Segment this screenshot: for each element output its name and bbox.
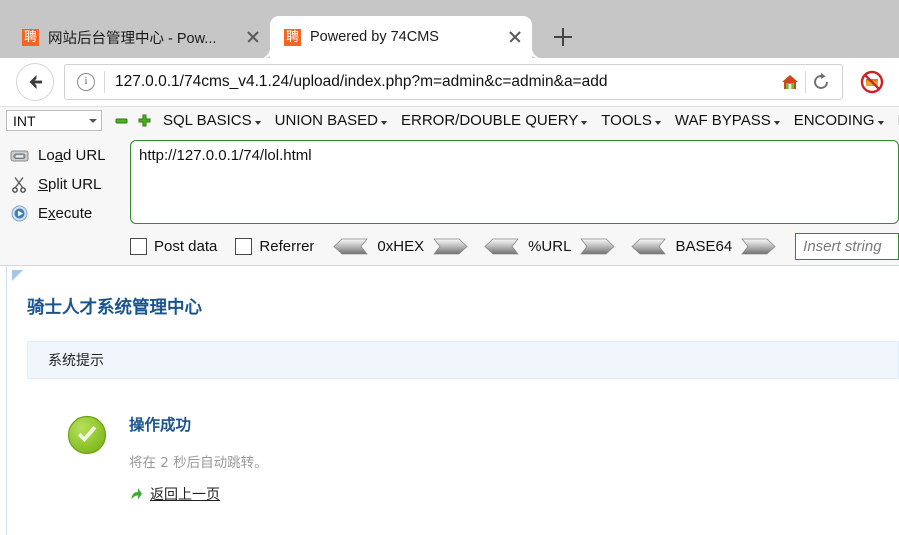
chevron-down-icon bbox=[89, 118, 97, 123]
address-bar[interactable]: i 127.0.0.1/74cms_v4.1.24/upload/index.p… bbox=[64, 64, 843, 100]
tab-close-icon[interactable] bbox=[504, 26, 526, 48]
url-text[interactable]: 127.0.0.1/74cms_v4.1.24/upload/index.php… bbox=[105, 73, 775, 91]
menu-waf-bypass[interactable]: WAF BYPASS bbox=[675, 112, 780, 129]
menu-encoding[interactable]: ENCODING bbox=[794, 112, 884, 129]
tab-favicon-icon: 聘 bbox=[284, 28, 301, 46]
caret-icon bbox=[254, 121, 261, 125]
load-url-button[interactable]: Load URL bbox=[0, 141, 130, 170]
menu-error-double-query[interactable]: ERROR/DOUBLE QUERY bbox=[401, 112, 588, 129]
base64-label: BASE64 bbox=[675, 238, 733, 255]
caret-icon bbox=[654, 121, 661, 125]
checkbox-box[interactable] bbox=[235, 238, 253, 255]
tab-title: Powered by 74CMS bbox=[310, 29, 439, 45]
new-tab-button[interactable] bbox=[546, 20, 580, 54]
hackbar-toolbar: INT SQL BASICS UNION BASED ERROR/DOUBLE … bbox=[0, 106, 899, 266]
panel-header: 系统提示 bbox=[27, 341, 899, 379]
execute-button[interactable]: Execute bbox=[0, 199, 130, 228]
tab-close-icon[interactable] bbox=[242, 26, 264, 48]
post-data-label: Post data bbox=[154, 238, 218, 255]
page-title: 骑士人才系统管理中心 bbox=[27, 298, 202, 318]
browser-tab-1[interactable]: 聘 网站后台管理中心 - Pow... bbox=[8, 16, 270, 58]
back-button[interactable] bbox=[16, 63, 54, 101]
menu-label: WAF BYPASS bbox=[674, 112, 771, 129]
type-select-value: INT bbox=[13, 112, 36, 129]
menu-label: TOOLS bbox=[601, 112, 652, 129]
referrer-label: Referrer bbox=[259, 238, 315, 255]
noscript-blocked-icon[interactable] bbox=[855, 65, 889, 99]
type-select[interactable]: INT bbox=[6, 110, 102, 131]
hex-encoder-group: 0xHEX bbox=[332, 238, 469, 255]
address-bar-icons bbox=[775, 67, 842, 97]
caret-icon bbox=[381, 121, 388, 125]
hackbar-menu-row: INT SQL BASICS UNION BASED ERROR/DOUBLE … bbox=[0, 107, 899, 134]
corner-triangle-icon bbox=[12, 270, 23, 281]
tab-favicon-icon: 聘 bbox=[22, 28, 39, 46]
base64-encoder-group: BASE64 bbox=[630, 238, 777, 255]
url-encoder-group: %URL bbox=[483, 238, 616, 255]
home-icon[interactable] bbox=[775, 67, 805, 97]
hackbar-body: Load URL Split URL Execute http://127.0.… bbox=[0, 134, 899, 228]
browser-window: 聘 网站后台管理中心 - Pow... 聘 Powered by 74CMS i… bbox=[0, 0, 899, 535]
execute-label: Execute bbox=[38, 205, 93, 222]
menu-union-based[interactable]: UNION BASED bbox=[274, 112, 388, 129]
site-info-icon[interactable]: i bbox=[77, 73, 95, 91]
caret-icon bbox=[581, 121, 588, 125]
result-body: 操作成功 将在 2 秒后自动跳转。 返回上一页 bbox=[129, 413, 268, 504]
result-subtitle: 将在 2 秒后自动跳转。 bbox=[129, 455, 268, 471]
browser-tab-2[interactable]: 聘 Powered by 74CMS bbox=[260, 16, 542, 58]
split-url-button[interactable]: Split URL bbox=[0, 170, 130, 199]
url-decode-button[interactable] bbox=[483, 238, 519, 255]
referrer-checkbox[interactable]: Referrer bbox=[235, 238, 314, 255]
tab-title: 网站后台管理中心 - Pow... bbox=[48, 30, 217, 47]
page-inner: 骑士人才系统管理中心 系统提示 操作成功 将在 2 秒后自动跳转。 返回上一页 bbox=[6, 266, 899, 535]
hackbar-actions: Load URL Split URL Execute bbox=[0, 137, 130, 228]
back-green-arrow-icon bbox=[131, 488, 142, 500]
url-label: %URL bbox=[528, 238, 572, 255]
minus-icon[interactable] bbox=[114, 113, 129, 128]
hackbar-options-row: Post data Referrer 0xHEX %URL BASE64 Ins… bbox=[0, 228, 899, 266]
plus-icon[interactable] bbox=[137, 113, 152, 128]
execute-icon bbox=[6, 205, 32, 222]
hex-decode-button[interactable] bbox=[332, 238, 369, 255]
back-arrow-icon bbox=[29, 75, 42, 89]
menu-sql-basics[interactable]: SQL BASICS bbox=[163, 112, 261, 129]
result-block: 操作成功 将在 2 秒后自动跳转。 返回上一页 bbox=[7, 379, 899, 504]
back-link[interactable]: 返回上一页 bbox=[150, 484, 220, 504]
tab-corner-right bbox=[532, 48, 542, 58]
navigation-bar: i 127.0.0.1/74cms_v4.1.24/upload/index.p… bbox=[0, 58, 899, 106]
result-link-row[interactable]: 返回上一页 bbox=[129, 484, 268, 504]
menu-label: SQL BASICS bbox=[163, 112, 252, 129]
split-url-icon bbox=[6, 176, 32, 193]
split-url-label: Split URL bbox=[38, 176, 102, 193]
checkbox-box[interactable] bbox=[130, 238, 147, 255]
hex-label: 0xHEX bbox=[377, 238, 425, 255]
page-content: 骑士人才系统管理中心 系统提示 操作成功 将在 2 秒后自动跳转。 返回上一页 bbox=[0, 266, 899, 535]
menu-label: ENCODING bbox=[793, 112, 875, 129]
load-url-icon bbox=[6, 148, 32, 164]
reload-icon[interactable] bbox=[806, 67, 836, 97]
menu-label: UNION BASED bbox=[274, 112, 379, 129]
caret-icon bbox=[773, 121, 780, 125]
menu-tools[interactable]: TOOLS bbox=[601, 112, 661, 129]
menu-label: ERROR/DOUBLE QUERY bbox=[401, 112, 579, 129]
url-textarea[interactable]: http://127.0.0.1/74/lol.html bbox=[130, 140, 899, 224]
url-encode-button[interactable] bbox=[580, 238, 616, 255]
load-url-label: Load URL bbox=[38, 147, 106, 164]
hex-encode-button[interactable] bbox=[433, 238, 469, 255]
post-data-checkbox[interactable]: Post data bbox=[130, 238, 217, 255]
tab-strip: 聘 网站后台管理中心 - Pow... 聘 Powered by 74CMS bbox=[0, 0, 899, 58]
caret-icon bbox=[877, 121, 884, 125]
base64-encode-button[interactable] bbox=[741, 238, 777, 255]
success-check-icon bbox=[67, 415, 107, 455]
insert-string-input[interactable]: Insert string bbox=[795, 233, 899, 260]
result-title: 操作成功 bbox=[129, 416, 192, 434]
base64-decode-button[interactable] bbox=[630, 238, 667, 255]
